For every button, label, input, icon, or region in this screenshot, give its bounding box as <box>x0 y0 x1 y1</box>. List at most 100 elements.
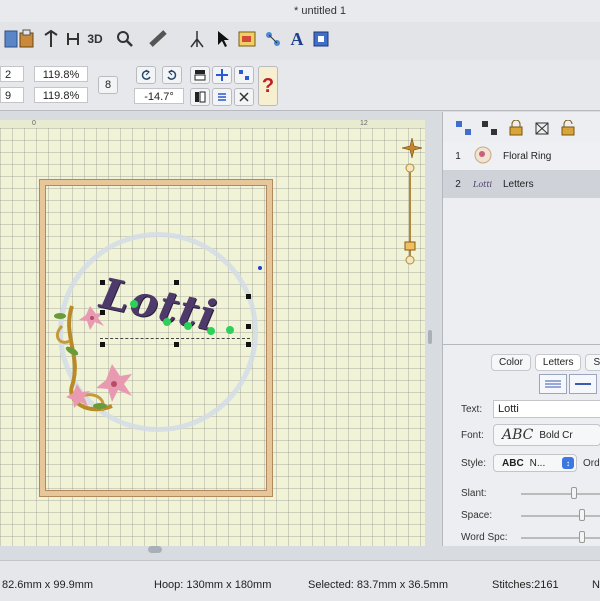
design-size: 82.6mm x 99.9mm <box>2 579 94 591</box>
hide-icon[interactable] <box>533 120 551 139</box>
center-icon[interactable] <box>212 66 232 84</box>
letter-node[interactable] <box>226 326 234 334</box>
mirror-horizontal-icon[interactable] <box>40 28 62 50</box>
multiline-icon[interactable] <box>539 374 567 394</box>
chevron-updown-icon[interactable]: ↕ <box>562 457 574 469</box>
floral-thumbnail-icon <box>473 144 503 169</box>
property-tabs: Color Letters St <box>491 354 600 371</box>
status-bar: 82.6mm x 99.9mm Hoop: 130mm x 180mm Sele… <box>0 560 600 601</box>
selection-handle[interactable] <box>246 324 251 329</box>
text-tool-button[interactable]: A <box>286 28 308 50</box>
letter-node[interactable] <box>184 322 192 330</box>
ungroup-icon[interactable] <box>481 120 499 139</box>
panel-divider <box>443 344 600 345</box>
lettering-baseline <box>100 338 250 339</box>
layer-index: 2 <box>455 178 461 190</box>
slant-slider-knob[interactable] <box>571 487 577 499</box>
lock-icon[interactable] <box>507 119 525 139</box>
panel-splitter[interactable] <box>428 330 432 344</box>
space-label: Space: <box>461 510 493 521</box>
layer-row[interactable]: 1 Floral Ring <box>443 142 600 170</box>
zoom-slider[interactable] <box>404 162 416 266</box>
layer-name: Letters <box>503 178 534 190</box>
layer-name: Floral Ring <box>503 150 552 162</box>
title-bar: * untitled 1 <box>0 0 600 22</box>
word-spacing-slider-knob[interactable] <box>579 531 585 543</box>
distribute-icon[interactable] <box>234 66 254 84</box>
rotate-right-icon[interactable] <box>162 66 182 84</box>
horizontal-scrollbar-thumb[interactable] <box>148 546 162 553</box>
cut-icon[interactable] <box>234 88 254 106</box>
tab-color[interactable]: Color <box>491 354 531 371</box>
rotation-angle-field[interactable]: -14.7° <box>134 88 184 104</box>
selection-handle[interactable] <box>174 342 179 347</box>
picture-icon[interactable] <box>236 28 258 50</box>
select-arrow-icon[interactable] <box>212 28 234 50</box>
selection-size: Selected: 83.7mm x 36.5mm <box>308 579 449 591</box>
help-button[interactable]: ? <box>258 66 278 106</box>
lettering-mode-buttons <box>539 374 597 394</box>
word-spacing-slider[interactable] <box>521 537 600 539</box>
unlock-icon[interactable] <box>559 119 577 139</box>
straight-line-icon[interactable] <box>569 374 597 394</box>
zoom-icon[interactable] <box>114 28 136 50</box>
hoop-size: Hoop: 130mm x 180mm <box>154 579 272 591</box>
scale-width-field[interactable]: 119.8% <box>34 66 88 82</box>
font-name: Bold Cr <box>539 429 573 441</box>
paste-icon[interactable] <box>16 28 38 50</box>
style-select[interactable]: ABC N... ↕ <box>493 454 577 472</box>
letter-node[interactable] <box>163 318 171 326</box>
panel-toolbar <box>455 119 577 139</box>
align-top-icon[interactable] <box>190 66 210 84</box>
align-left-icon[interactable] <box>190 88 210 106</box>
order-icon[interactable] <box>212 88 232 106</box>
window-title: * untitled 1 <box>294 5 346 17</box>
font-selector[interactable]: ABC Bold Cr <box>493 424 600 446</box>
compass-icon[interactable] <box>402 138 422 158</box>
three-d-view-button[interactable]: 3D <box>84 28 106 50</box>
monogram-icon[interactable] <box>310 28 332 50</box>
letter-node[interactable] <box>130 300 138 308</box>
objects-panel: 1 Floral Ring 2 Lotti Letters Color Lett… <box>442 112 600 546</box>
ruler-label: 0 <box>32 120 36 127</box>
lettering-text-input[interactable]: Lotti <box>493 400 600 418</box>
selection-handle[interactable] <box>100 310 105 315</box>
order-label: Orde <box>583 458 600 469</box>
selection-handle[interactable] <box>100 280 105 285</box>
stitch-tool-icon[interactable] <box>186 28 208 50</box>
text-label: Text: <box>461 404 483 415</box>
proportion-lock-button[interactable]: 8 <box>98 76 118 94</box>
selection-handle[interactable] <box>100 342 105 347</box>
selection-handle[interactable] <box>174 280 179 285</box>
height-field[interactable]: 9 <box>0 87 24 103</box>
slant-slider[interactable] <box>521 493 600 495</box>
letter-node[interactable] <box>207 327 215 335</box>
style-sample: ABC <box>502 457 524 469</box>
rotation-handle[interactable] <box>258 266 262 270</box>
measure-icon[interactable] <box>148 28 170 50</box>
stitch-count: Stitches:2161 <box>492 579 559 591</box>
scale-height-field[interactable]: 119.8% <box>34 87 88 103</box>
space-slider-knob[interactable] <box>579 509 585 521</box>
design-canvas[interactable]: Lotti <box>0 128 425 546</box>
font-label: Font: <box>461 430 484 441</box>
slant-label: Slant: <box>461 488 487 499</box>
properties-toolbar <box>0 60 600 111</box>
rotate-left-icon[interactable] <box>136 66 156 84</box>
width-field[interactable]: 2 <box>0 66 24 82</box>
word-spacing-label: Word Spc: <box>461 532 508 543</box>
group-icon[interactable] <box>455 120 473 139</box>
selection-handle[interactable] <box>246 342 251 347</box>
selection-handle[interactable] <box>246 294 251 299</box>
letters-thumbnail: Lotti <box>473 179 493 189</box>
layer-row-selected[interactable]: 2 Lotti Letters <box>443 170 600 198</box>
mirror-vertical-icon[interactable] <box>62 28 84 50</box>
style-value: N... <box>529 457 546 469</box>
status-extra: N <box>592 579 600 591</box>
layer-index: 1 <box>455 150 461 162</box>
tab-letters[interactable]: Letters <box>534 354 582 371</box>
node-edit-icon[interactable] <box>262 28 284 50</box>
tab-stitch[interactable]: St <box>585 354 600 371</box>
space-slider[interactable] <box>521 515 600 517</box>
ruler-label: 12 <box>360 120 368 127</box>
